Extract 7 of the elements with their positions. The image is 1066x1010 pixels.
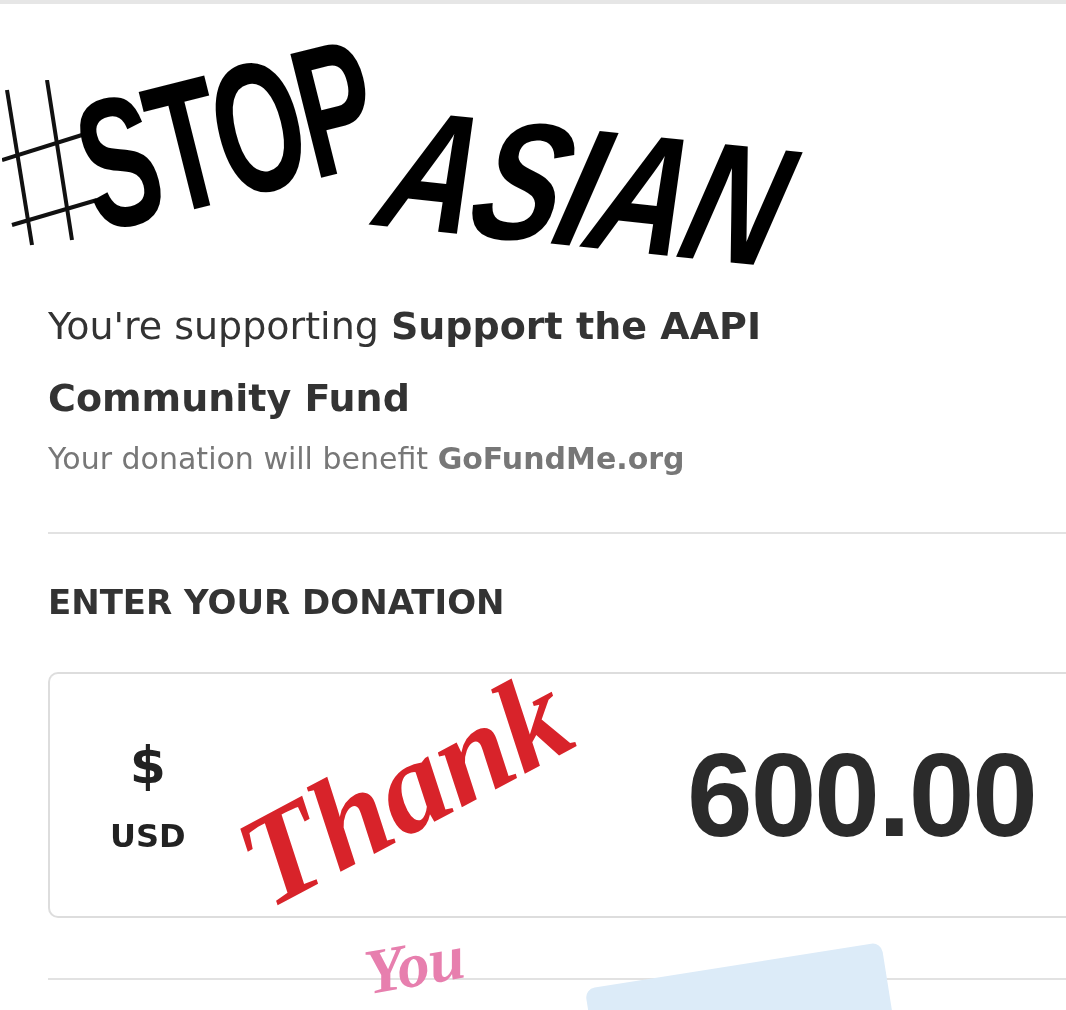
amount-value: 600.00 xyxy=(687,728,1036,863)
section-title: ENTER YOUR DONATION xyxy=(48,582,506,622)
currency-code: USD xyxy=(110,817,186,855)
supporting-text: You're supporting Support the AAPI Community Fund xyxy=(48,303,763,422)
currency-symbol: $ xyxy=(129,735,166,795)
beneficiary-text: Your donation will benefit GoFundMe.org xyxy=(48,440,686,478)
sticker-text: You xyxy=(360,924,470,1006)
